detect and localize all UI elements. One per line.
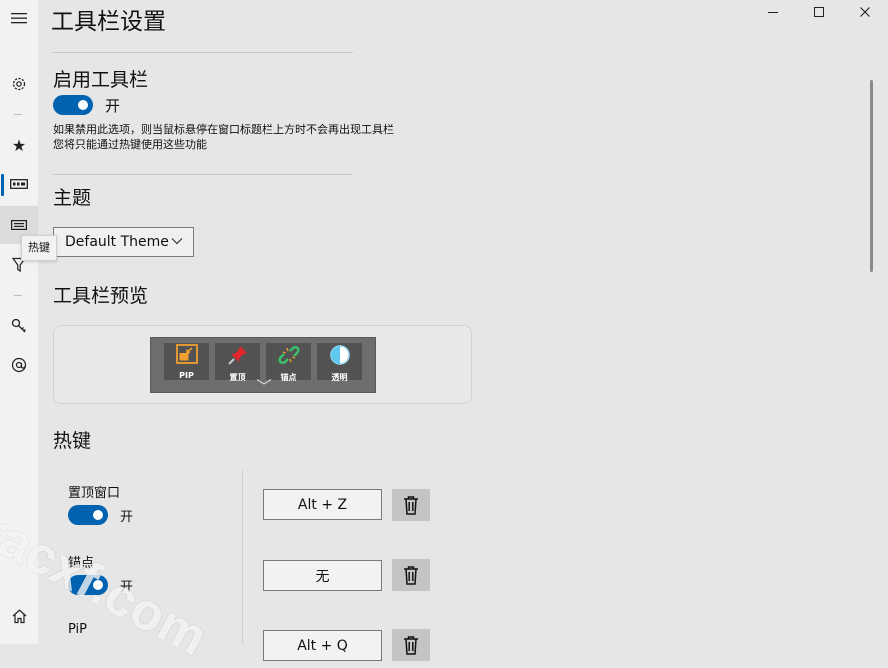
hotkey-name: PiP (68, 622, 88, 637)
divider (53, 52, 353, 53)
toolbar-preview-heading: 工具栏预览 (53, 285, 149, 307)
preview-pin-button: 置顶 (215, 343, 260, 382)
preview-anchor-label: 锚点 (280, 373, 297, 382)
hotkey-key-button[interactable]: 无 (263, 560, 382, 591)
trash-icon (404, 566, 418, 585)
preview-pip-label: PIP (179, 371, 194, 380)
home-icon[interactable] (0, 598, 38, 634)
preview-anchor-button: 锚点 (266, 343, 311, 382)
preview-transparency-button: 透明 (317, 343, 362, 382)
close-button[interactable] (842, 0, 888, 24)
toolbar-preview: PIP 置顶 锚点 透明 (150, 337, 376, 393)
enable-toolbar-note-line1: 如果禁用此选项，则当鼠标悬停在窗口标题栏上方时不会再出现工具栏 (53, 123, 394, 136)
enable-toolbar-toggle[interactable] (53, 95, 93, 115)
hotkey-toggle[interactable] (68, 505, 108, 525)
hotkey-key-button[interactable]: Alt + Z (263, 489, 382, 520)
hotkeys-heading: 热键 (53, 430, 92, 452)
preview-pip-button: PIP (164, 343, 209, 380)
trash-icon (404, 636, 418, 655)
theme-dropdown-value: Default Theme (65, 234, 169, 250)
pin-icon (227, 344, 249, 373)
enable-toolbar-note-line2: 您将只能通过热键使用这些功能 (53, 138, 207, 151)
hotkeys-column-divider (242, 470, 243, 644)
maximize-button[interactable] (796, 0, 842, 24)
transparency-icon (329, 344, 351, 373)
page-title: 工具栏设置 (51, 9, 166, 35)
hotkey-toggle-label: 开 (120, 510, 134, 525)
toolbar-icon[interactable] (0, 166, 38, 202)
hotkey-toggle[interactable] (68, 575, 108, 595)
hotkey-key-button[interactable]: Alt + Q (263, 630, 382, 661)
pip-icon (175, 344, 198, 371)
window-controls (750, 0, 888, 24)
hamburger-icon[interactable] (0, 0, 38, 36)
at-icon[interactable] (0, 347, 38, 383)
theme-heading: 主题 (53, 187, 92, 209)
enable-toolbar-toggle-label: 开 (105, 97, 121, 115)
delete-hotkey-button[interactable] (392, 489, 430, 521)
key-icon[interactable] (0, 308, 38, 344)
hotkey-name: 锚点 (68, 556, 95, 571)
nav-tooltip: 热键 (21, 235, 57, 261)
chevron-down-icon (171, 234, 183, 248)
minimize-button[interactable] (750, 0, 796, 24)
hotkey-toggle-label: 开 (120, 580, 134, 595)
gear-icon[interactable] (0, 66, 38, 102)
divider (53, 174, 353, 175)
trash-icon (404, 496, 418, 515)
nav-rail: ★ (0, 0, 38, 644)
preview-transparency-label: 透明 (331, 373, 348, 382)
nav-separator (14, 295, 22, 296)
nav-separator (14, 114, 22, 115)
delete-hotkey-button[interactable] (392, 559, 430, 591)
theme-dropdown[interactable]: Default Theme (53, 227, 194, 257)
delete-hotkey-button[interactable] (392, 629, 430, 661)
star-icon[interactable]: ★ (0, 127, 38, 163)
hotkey-name: 置顶窗口 (68, 486, 121, 501)
chevron-down-icon (256, 378, 272, 389)
vertical-scrollbar[interactable] (870, 80, 873, 272)
preview-pin-label: 置顶 (229, 373, 246, 382)
enable-toolbar-heading: 启用工具栏 (53, 69, 149, 91)
link-icon (277, 344, 300, 373)
